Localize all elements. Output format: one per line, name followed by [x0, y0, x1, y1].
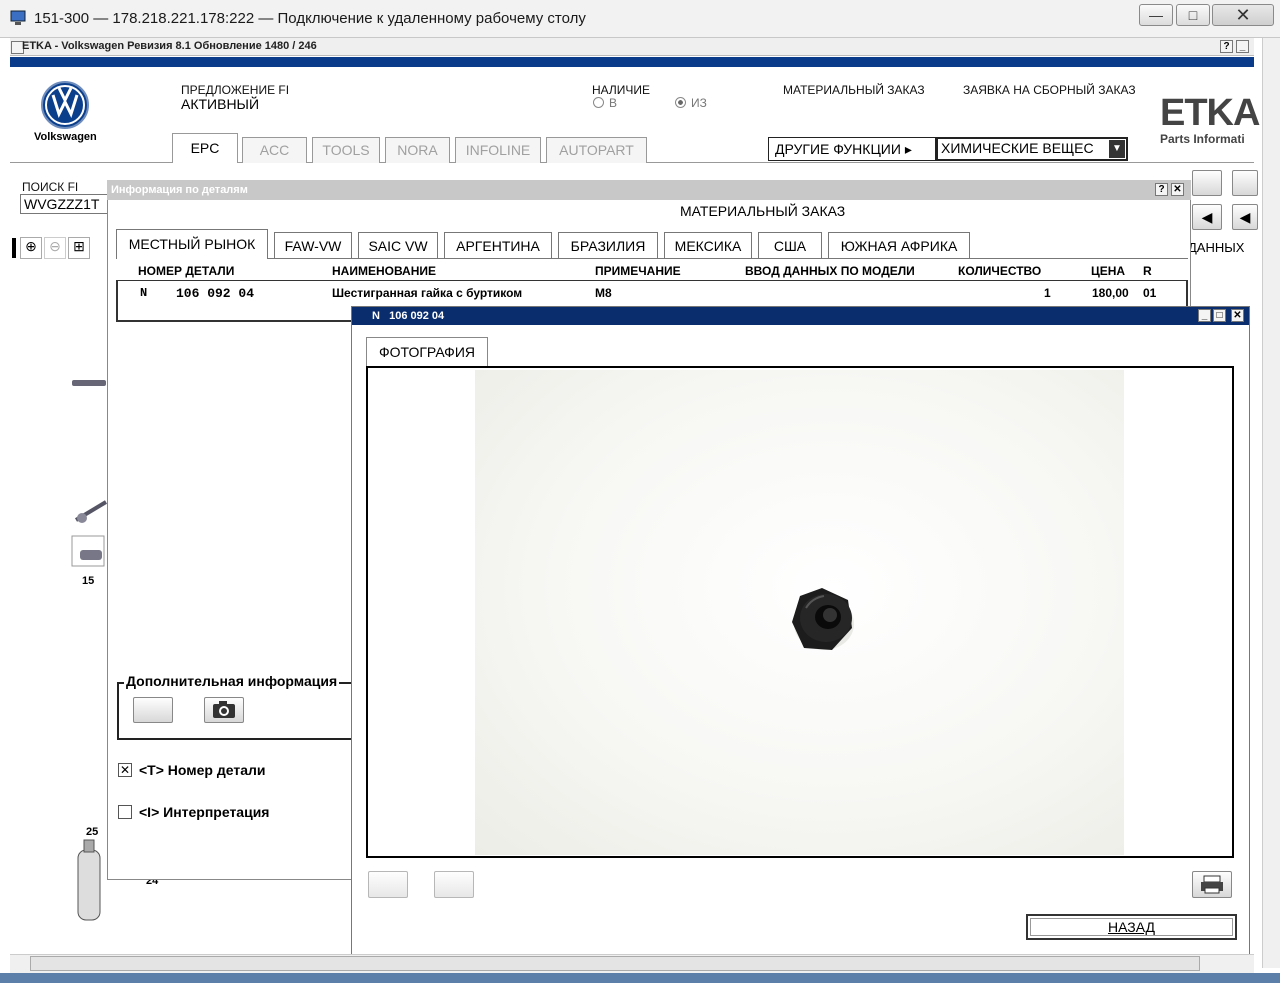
- availability-label: НАЛИЧИЕ: [592, 83, 651, 97]
- remote-desktop-icon: [10, 10, 26, 25]
- tab-faw-vw[interactable]: FAW-VW: [274, 232, 352, 258]
- col-r[interactable]: R: [1143, 264, 1152, 278]
- interpretation-checkbox[interactable]: [118, 805, 132, 819]
- scroll-thumb[interactable]: [30, 956, 1200, 971]
- app-title: ETKA - Volkswagen Ревизия 8.1 Обновление…: [22, 40, 317, 52]
- col-note[interactable]: ПРИМЕЧАНИЕ: [595, 264, 681, 278]
- help-button[interactable]: ?: [1220, 40, 1233, 53]
- offer-label: ПРЕДЛОЖЕНИЕ FI: [181, 83, 290, 97]
- prev-photo-icon[interactable]: [368, 871, 408, 898]
- tab-south-africa[interactable]: ЮЖНАЯ АФРИКА: [828, 232, 970, 258]
- taskbar: [0, 973, 1280, 983]
- tab-brazil[interactable]: БРАЗИЛИЯ: [558, 232, 658, 258]
- tab-tools[interactable]: TOOLS: [312, 137, 380, 163]
- other-functions-label: ДРУГИЕ ФУНКЦИИ: [775, 141, 901, 157]
- vw-logo-icon: [41, 81, 89, 129]
- radio-in[interactable]: [593, 97, 604, 108]
- material-order-link[interactable]: МАТЕРИАЛЬНЫЙ ЗАКАЗ: [783, 83, 925, 97]
- extra-info-label: Дополнительная информация: [124, 673, 340, 689]
- etka-logo: ETKA: [1160, 92, 1260, 134]
- partial-header-label: ДАННЫХ: [1188, 240, 1245, 255]
- part-number-option-label: <T> Номер детали: [139, 762, 266, 778]
- toolbar-document-icon[interactable]: [1232, 170, 1258, 196]
- row-name: Шестигранная гайка с буртиком: [332, 286, 523, 300]
- row-note: M8: [595, 286, 612, 300]
- interpretation-icon[interactable]: [133, 697, 173, 723]
- hex-nut-image: [792, 588, 854, 650]
- tab-argentina[interactable]: АРГЕНТИНА: [444, 232, 552, 258]
- rdp-title: 151-300 — 178.218.221.178:222 — Подключе…: [34, 10, 586, 27]
- zoom-fit-icon[interactable]: ⊞: [68, 237, 90, 259]
- details-help-button[interactable]: ?: [1155, 183, 1168, 196]
- tab-usa[interactable]: США: [758, 232, 822, 258]
- print-icon[interactable]: [1192, 871, 1232, 898]
- photo-dialog-title: N 106 092 04: [352, 307, 1249, 325]
- toolbar-pages-icon[interactable]: [1192, 170, 1222, 196]
- other-functions-button[interactable]: ДРУГИЕ ФУНКЦИИ ▸: [768, 137, 936, 161]
- close-button[interactable]: ✕: [1212, 4, 1274, 26]
- back-button[interactable]: НАЗАД: [1026, 914, 1237, 940]
- col-model-input[interactable]: ВВОД ДАННЫХ ПО МОДЕЛИ: [745, 264, 915, 278]
- tab-saic-vw[interactable]: SAIC VW: [358, 232, 438, 258]
- col-quantity[interactable]: КОЛИЧЕСТВО: [958, 264, 1041, 278]
- tab-baseline: [116, 258, 1188, 259]
- assembly-order-link[interactable]: ЗАЯВКА НА СБОРНЫЙ ЗАКАЗ: [963, 83, 1136, 97]
- first-page-icon[interactable]: ◀: [1192, 204, 1222, 230]
- tab-photo[interactable]: ФОТОГРАФИЯ: [366, 337, 488, 367]
- row-prefix: N: [140, 286, 148, 300]
- details-heading: МАТЕРИАЛЬНЫЙ ЗАКАЗ: [680, 203, 846, 219]
- tab-infoline[interactable]: INFOLINE: [455, 137, 541, 163]
- col-price[interactable]: ЦЕНА: [1091, 264, 1125, 278]
- search-input[interactable]: WVGZZZ1T: [20, 194, 110, 214]
- radio-from[interactable]: [675, 97, 686, 108]
- app-minimize-button[interactable]: _: [1236, 40, 1249, 53]
- parts-diagram: [71, 380, 108, 921]
- prev-page-icon[interactable]: ◀: [1232, 204, 1258, 230]
- radio-from-label: ИЗ: [691, 96, 707, 110]
- chevron-down-icon[interactable]: ▼: [1109, 140, 1125, 158]
- tab-mexico[interactable]: МЕКСИКА: [664, 232, 752, 258]
- row-quantity: 1: [1044, 286, 1051, 300]
- header-band: [10, 57, 1254, 67]
- etka-sub-logo: Parts Informati: [1160, 132, 1245, 146]
- row-part-number: 106 092 04: [176, 286, 255, 301]
- tab-autopart[interactable]: AUTOPART: [546, 137, 647, 163]
- divider: [12, 238, 16, 258]
- zoom-in-icon[interactable]: ⊕: [20, 237, 42, 259]
- maximize-button[interactable]: □: [1176, 4, 1210, 26]
- tab-nora[interactable]: NORA: [385, 137, 450, 163]
- brand-label: Volkswagen: [34, 131, 97, 143]
- part-number-checkbox[interactable]: ✕: [118, 763, 132, 777]
- diagram-label-25: 25: [86, 826, 99, 838]
- photo-close-button[interactable]: ✕: [1231, 309, 1244, 322]
- diagram-label-15: 15: [82, 575, 95, 587]
- radio-in-label: В: [609, 96, 618, 110]
- search-label: ПОИСК FI: [22, 180, 79, 194]
- offer-value: АКТИВНЫЙ: [181, 96, 260, 112]
- chemicals-dropdown[interactable]: ХИМИЧЕСКИЕ ВЕЩЕС: [936, 137, 1128, 161]
- details-close-button[interactable]: ✕: [1171, 183, 1184, 196]
- photo-minimize-button[interactable]: _: [1198, 309, 1211, 322]
- row-price: 180,00: [1092, 286, 1129, 300]
- tab-epc[interactable]: EPC: [172, 133, 238, 163]
- details-dialog-title: Информация по деталям: [107, 180, 1191, 200]
- zoom-out-icon[interactable]: ⊖: [44, 237, 66, 259]
- vertical-scrollbar[interactable]: [1262, 38, 1280, 968]
- row-r: 01: [1143, 286, 1157, 300]
- tab-local-market[interactable]: МЕСТНЫЙ РЫНОК: [116, 229, 268, 259]
- minimize-button[interactable]: —: [1139, 4, 1173, 26]
- col-part-number[interactable]: НОМЕР ДЕТАЛИ: [138, 264, 234, 278]
- tab-acc[interactable]: ACC: [242, 137, 307, 163]
- camera-icon[interactable]: [204, 697, 244, 723]
- col-name[interactable]: НАИМЕНОВАНИЕ: [332, 264, 436, 278]
- interpretation-option-label: <I> Интерпретация: [139, 804, 270, 820]
- next-photo-icon[interactable]: [434, 871, 474, 898]
- photo-maximize-button[interactable]: □: [1213, 309, 1226, 322]
